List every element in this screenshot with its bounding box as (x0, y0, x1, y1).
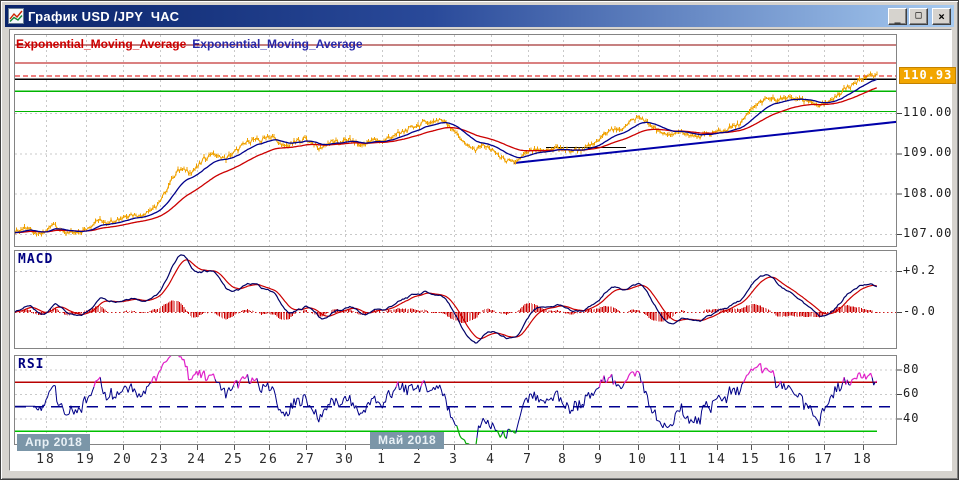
application-window: График USD /JPY ЧАС _ □ × Exponential_Mo… (0, 0, 959, 480)
chart-plot[interactable] (1, 1, 959, 480)
